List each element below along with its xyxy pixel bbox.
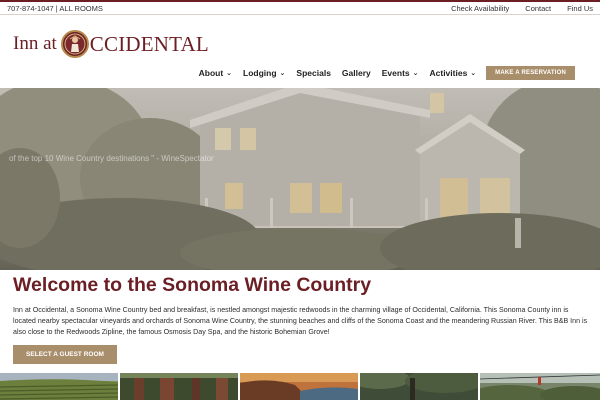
check-availability-link[interactable]: Check Availability xyxy=(451,3,509,15)
page-title: Welcome to the Sonoma Wine Country xyxy=(13,274,372,296)
main-nav: About ⌄ Lodging ⌄ Specials Gallery Events ⌄… xyxy=(188,66,575,80)
thumbnail-redwoods[interactable] xyxy=(120,373,238,400)
hero-inn-photo xyxy=(0,88,600,270)
logo-text-occidental: CCIDENTAL xyxy=(89,31,209,56)
nav-item-events[interactable]: Events ⌄ xyxy=(382,68,419,78)
intro-paragraph: Inn at Occidental, a Sonoma Wine Country… xyxy=(13,306,588,336)
logo-seal-icon xyxy=(60,30,89,58)
site-logo[interactable]: Inn at CCIDENTAL xyxy=(13,22,209,66)
make-reservation-button[interactable]: MAKE A RESERVATION xyxy=(486,66,575,80)
thumbnail-vineyard[interactable] xyxy=(0,373,118,400)
chevron-down-icon: ⌄ xyxy=(412,70,419,77)
nav-item-gallery[interactable]: Gallery xyxy=(342,68,371,78)
thumbnail-coast[interactable] xyxy=(240,373,358,400)
thumbnail-zipline[interactable] xyxy=(480,373,600,400)
thumbnail-strip xyxy=(0,373,600,400)
find-us-link[interactable]: Find Us xyxy=(567,3,593,15)
nav-item-specials[interactable]: Specials xyxy=(296,68,331,78)
top-bar: 707-874-1047 | ALL ROOMS Check Availabil… xyxy=(0,0,600,15)
chevron-down-icon: ⌄ xyxy=(226,70,233,77)
nav-label: Events xyxy=(381,68,410,78)
nav-item-lodging[interactable]: Lodging ⌄ xyxy=(243,68,285,78)
page: 707-874-1047 | ALL ROOMS Check Availabil… xyxy=(0,0,600,400)
phone-and-rooms-link[interactable]: 707-874-1047 | ALL ROOMS xyxy=(7,3,103,15)
chevron-down-icon: ⌄ xyxy=(279,70,286,77)
top-links: Check Availability Contact Find Us xyxy=(435,3,593,15)
logo-text-inn-at: Inn at xyxy=(13,33,57,54)
nav-label: Activities xyxy=(429,68,468,78)
hero-image: of the top 10 Wine Country destinations … xyxy=(0,88,600,270)
nav-label: About xyxy=(198,68,224,78)
select-guest-room-button[interactable]: SELECT A GUEST ROOM xyxy=(13,345,117,364)
site-header: Inn at CCIDENTAL About ⌄ Lodging ⌄ Special… xyxy=(0,15,600,88)
hero-caption: of the top 10 Wine Country destinations … xyxy=(9,154,214,163)
nav-item-activities[interactable]: Activities ⌄ xyxy=(430,68,477,78)
nav-label: Gallery xyxy=(341,68,371,78)
chevron-down-icon: ⌄ xyxy=(470,70,477,77)
contact-link[interactable]: Contact xyxy=(525,3,551,15)
nav-item-about[interactable]: About ⌄ xyxy=(199,68,232,78)
thumbnail-forest[interactable] xyxy=(360,373,478,400)
nav-label: Specials xyxy=(296,68,331,78)
nav-label: Lodging xyxy=(243,68,277,78)
